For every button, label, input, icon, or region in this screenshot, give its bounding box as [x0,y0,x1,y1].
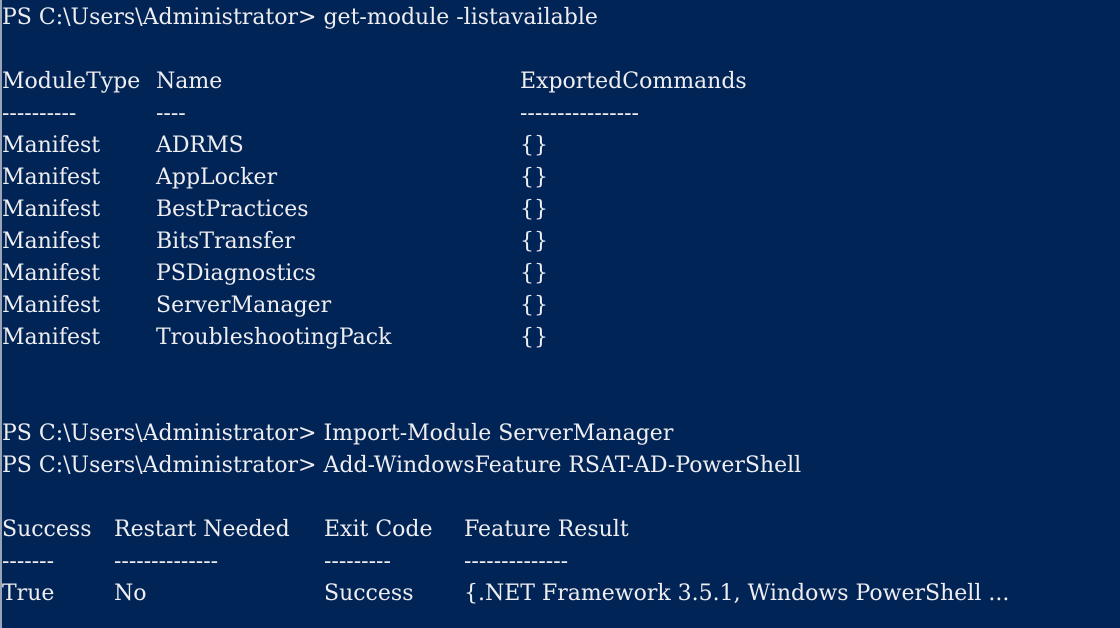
table-row: Manifest TroubleshootingPack {} [2,322,1120,354]
header-exit-code: Exit Code [324,517,433,542]
command-line-get-module: PS C:\Users\Administrator> get-module -l… [2,2,1120,34]
command-text: get-module -listavailable [323,5,598,30]
prompt: PS C:\Users\Administrator> [2,421,324,446]
header-module-type: ModuleType [2,69,141,94]
command-line-add-windowsfeature: PS C:\Users\Administrator> Add-WindowsFe… [2,450,1120,482]
prompt: PS C:\Users\Administrator> [2,453,324,478]
exported-commands-cell: {} [520,293,548,318]
command-line-import-module: PS C:\Users\Administrator> Import-Module… [2,418,1120,450]
underline-exit-code: --------- [324,549,391,574]
module-name-cell: AppLocker [156,165,278,190]
module-type-cell: Manifest [2,325,101,350]
prompt: PS C:\Users\Administrator> [2,5,324,30]
module-type-cell: Manifest [2,133,101,158]
header-feature-result: Feature Result [464,517,629,542]
module-type-cell: Manifest [2,197,101,222]
modules-table-underline: ---------- ---- ---------------- [2,98,1120,130]
underline-restart-needed: -------------- [114,549,219,574]
module-type-cell: Manifest [2,165,101,190]
table-row: Manifest BestPractices {} [2,194,1120,226]
module-type-cell: Manifest [2,293,101,318]
table-row: Manifest BitsTransfer {} [2,226,1120,258]
header-exported-commands: ExportedCommands [520,69,747,94]
table-row: Manifest AppLocker {} [2,162,1120,194]
module-name-cell: PSDiagnostics [156,261,316,286]
header-restart-needed: Restart Needed [114,517,290,542]
underline-module-type: ---------- [2,101,77,126]
exported-commands-cell: {} [520,197,548,222]
exported-commands-cell: {} [520,261,548,286]
module-name-cell: BitsTransfer [156,229,295,254]
restart-needed-cell: No [114,581,147,606]
window-left-border [0,0,2,628]
feature-result-cell: {.NET Framework 3.5.1, Windows PowerShel… [464,581,1010,606]
command-text: Import-Module ServerManager [323,421,674,446]
header-name: Name [156,69,223,94]
module-type-cell: Manifest [2,261,101,286]
modules-table-header: ModuleType Name ExportedCommands [2,66,1120,98]
table-row: True No Success {.NET Framework 3.5.1, Wind… [2,578,1120,610]
module-type-cell: Manifest [2,229,101,254]
exported-commands-cell: {} [520,325,548,350]
module-name-cell: ADRMS [156,133,244,158]
module-name-cell: BestPractices [156,197,309,222]
table-row: Manifest ServerManager {} [2,290,1120,322]
exported-commands-cell: {} [520,165,548,190]
underline-feature-result: -------------- [464,549,569,574]
exit-code-cell: Success [324,581,414,606]
header-success: Success [2,517,92,542]
success-cell: True [2,581,55,606]
module-name-cell: TroubleshootingPack [156,325,392,350]
feature-table-underline: ------- -------------- --------- ----------… [2,546,1120,578]
exported-commands-cell: {} [520,229,548,254]
table-row: Manifest PSDiagnostics {} [2,258,1120,290]
table-row: Manifest ADRMS {} [2,130,1120,162]
feature-table-header: Success Restart Needed Exit Code Feature Re… [2,514,1120,546]
powershell-console[interactable]: PS C:\Users\Administrator> get-module -l… [0,0,1120,628]
underline-name: ---- [156,101,186,126]
underline-success: ------- [2,549,55,574]
underline-exported-commands: ---------------- [520,101,639,126]
exported-commands-cell: {} [520,133,548,158]
module-name-cell: ServerManager [156,293,332,318]
command-text: Add-WindowsFeature RSAT-AD-PowerShell [323,453,802,478]
